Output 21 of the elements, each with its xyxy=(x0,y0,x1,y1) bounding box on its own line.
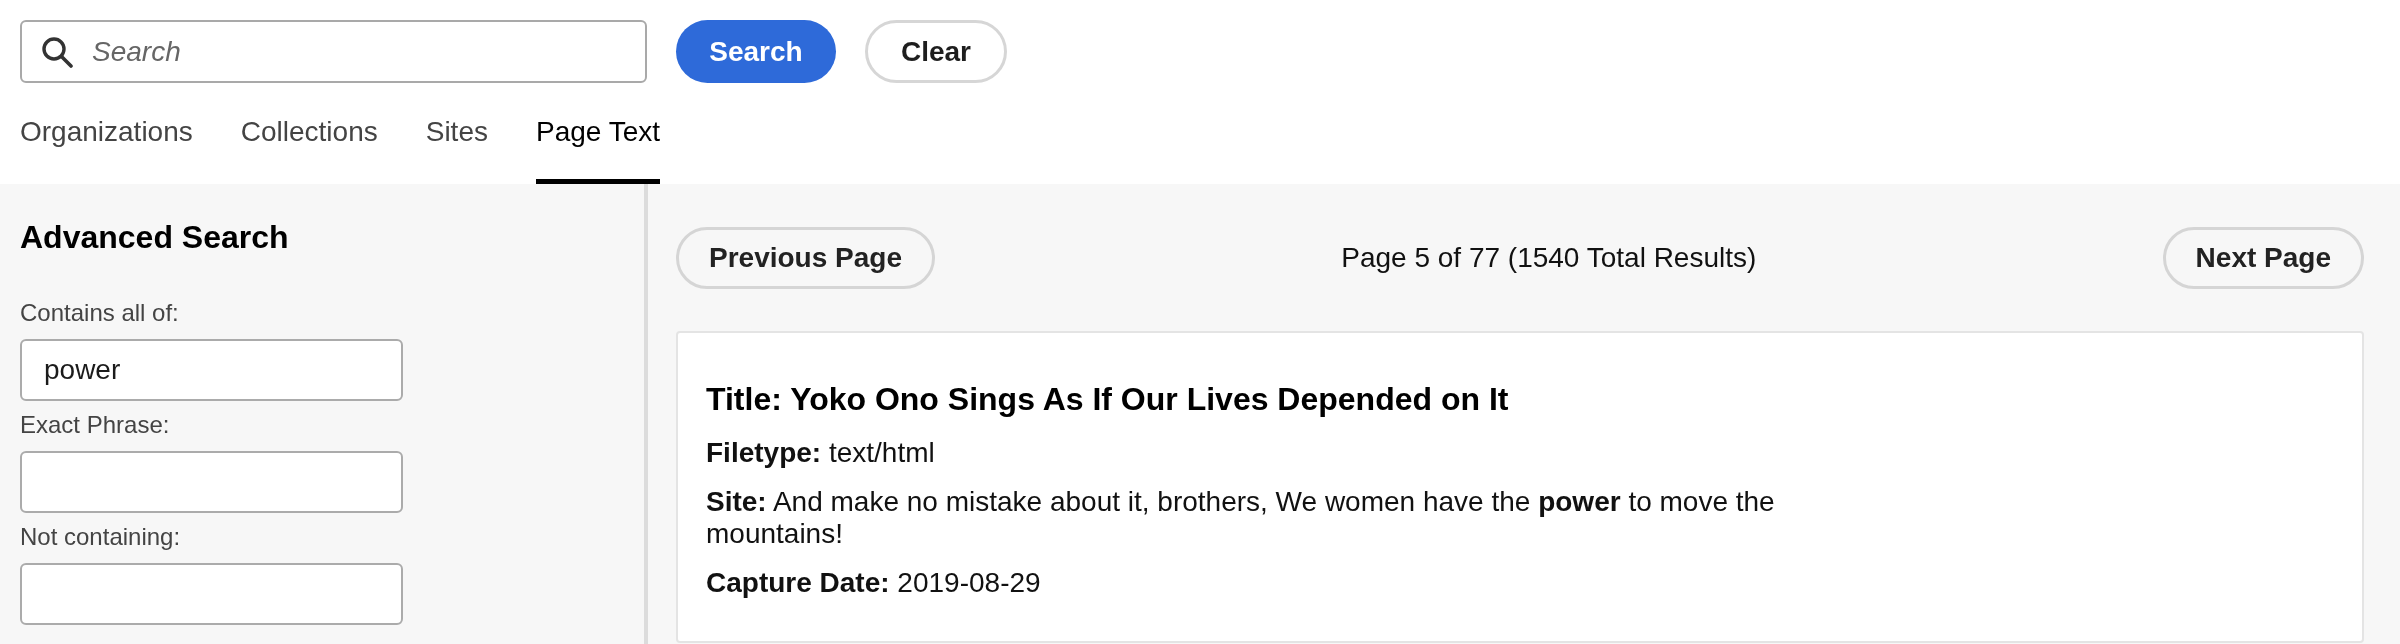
search-icon xyxy=(41,36,73,68)
clear-button[interactable]: Clear xyxy=(865,20,1007,83)
next-page-button[interactable]: Next Page xyxy=(2162,227,2364,289)
search-field[interactable]: Search xyxy=(20,20,647,83)
tab[interactable]: Collections xyxy=(240,83,378,184)
result-detail: Filetype: text/html xyxy=(706,437,935,469)
field-label: Not containing: xyxy=(20,523,181,551)
results-summary: Page 5 of 77 (1540 Total Results) xyxy=(1341,241,1757,275)
result-detail: Capture Date: 2019-08-29 xyxy=(706,567,1041,599)
field-label: Exact Phrase: xyxy=(20,411,170,439)
text-input[interactable] xyxy=(20,563,403,625)
tab[interactable]: Organizations xyxy=(20,83,193,184)
result-title: Title: Yoko Ono Sings As If Our Lives Depended on It xyxy=(706,380,1509,419)
search-button[interactable]: Search xyxy=(676,20,836,83)
result-detail: Site: And make no mistake about it, brothers, We women have the power to move the mountains! xyxy=(706,486,1776,550)
text-input[interactable]: power xyxy=(20,339,403,401)
field-label: Contains all of: xyxy=(20,299,179,327)
advanced-search-heading: Advanced Search xyxy=(20,218,289,256)
previous-page-button[interactable]: Previous Page xyxy=(676,227,935,289)
tab[interactable]: Sites xyxy=(425,83,488,184)
text-input[interactable] xyxy=(20,451,403,513)
